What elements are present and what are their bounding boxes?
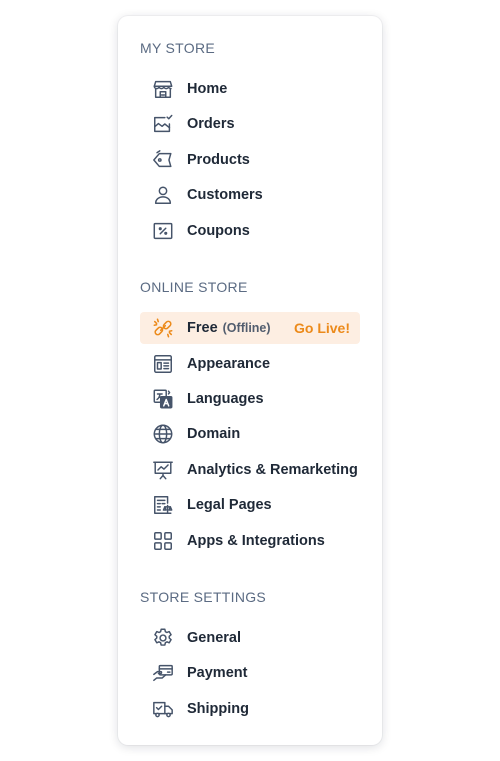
sidebar-item-shipping[interactable]: Shipping xyxy=(140,693,360,725)
sidebar-item-label: General xyxy=(187,630,241,646)
tag-icon xyxy=(152,149,174,171)
sidebar-item-general[interactable]: General xyxy=(140,622,360,654)
sidebar-item-label: Analytics & Remarketing xyxy=(187,462,358,478)
sidebar-item-label: Domain xyxy=(187,426,241,442)
layout-icon xyxy=(152,353,174,375)
sidebar-item-label: Coupons xyxy=(187,223,250,239)
sidebar-item-label: Apps & Integrations xyxy=(187,533,325,549)
payment-icon xyxy=(152,662,174,684)
sidebar-item-label: Legal Pages xyxy=(187,497,272,513)
sidebar-item-free-plan[interactable]: Free (Offline) Go Live! xyxy=(140,312,360,344)
sidebar-item-languages[interactable]: Languages xyxy=(140,383,360,415)
section-title-my-store: MY STORE xyxy=(140,40,216,56)
sidebar-item-legal-pages[interactable]: Legal Pages xyxy=(140,489,360,521)
percent-icon xyxy=(152,220,174,242)
language-icon xyxy=(152,388,174,410)
truck-icon xyxy=(152,698,174,720)
sidebar-item-payment[interactable]: Payment xyxy=(140,657,360,689)
sidebar-item-label: Appearance xyxy=(187,356,271,372)
sidebar-item-domain[interactable]: Domain xyxy=(140,418,360,450)
go-live-link[interactable]: Go Live! xyxy=(294,320,350,336)
gear-icon xyxy=(152,627,174,649)
presentation-chart-icon xyxy=(152,459,174,481)
plan-status: (Offline) xyxy=(222,321,271,335)
sidebar-item-label: Orders xyxy=(187,116,235,132)
sidebar-item-label: Shipping xyxy=(187,701,250,717)
sidebar-item-label: Languages xyxy=(187,391,264,407)
apps-grid-icon xyxy=(152,530,174,552)
sidebar-menu: MY STORE Home Orders Products Customers … xyxy=(118,16,382,745)
sidebar-item-label: Payment xyxy=(187,665,248,681)
user-icon xyxy=(152,184,174,206)
sidebar-item-label: Customers xyxy=(187,187,263,203)
section-title-online-store: ONLINE STORE xyxy=(140,279,248,295)
sidebar-item-apps-integrations[interactable]: Apps & Integrations xyxy=(140,525,360,557)
sidebar-item-appearance[interactable]: Appearance xyxy=(140,348,360,380)
store-icon xyxy=(152,78,174,100)
sidebar-item-products[interactable]: Products xyxy=(140,144,360,176)
globe-icon xyxy=(152,423,174,445)
sidebar-item-label: Home xyxy=(187,81,228,97)
sidebar-item-home[interactable]: Home xyxy=(140,73,360,105)
sidebar-item-orders[interactable]: Orders xyxy=(140,108,360,140)
link-icon xyxy=(152,317,174,339)
sidebar-item-label: Products xyxy=(187,152,250,168)
section-title-store-settings: STORE SETTINGS xyxy=(140,589,267,605)
sidebar-item-customers[interactable]: Customers xyxy=(140,179,360,211)
orders-icon xyxy=(152,113,174,135)
sidebar-item-coupons[interactable]: Coupons xyxy=(140,215,360,247)
plan-label: Free xyxy=(187,320,218,336)
sidebar-item-analytics[interactable]: Analytics & Remarketing xyxy=(140,454,360,486)
legal-icon xyxy=(152,494,174,516)
